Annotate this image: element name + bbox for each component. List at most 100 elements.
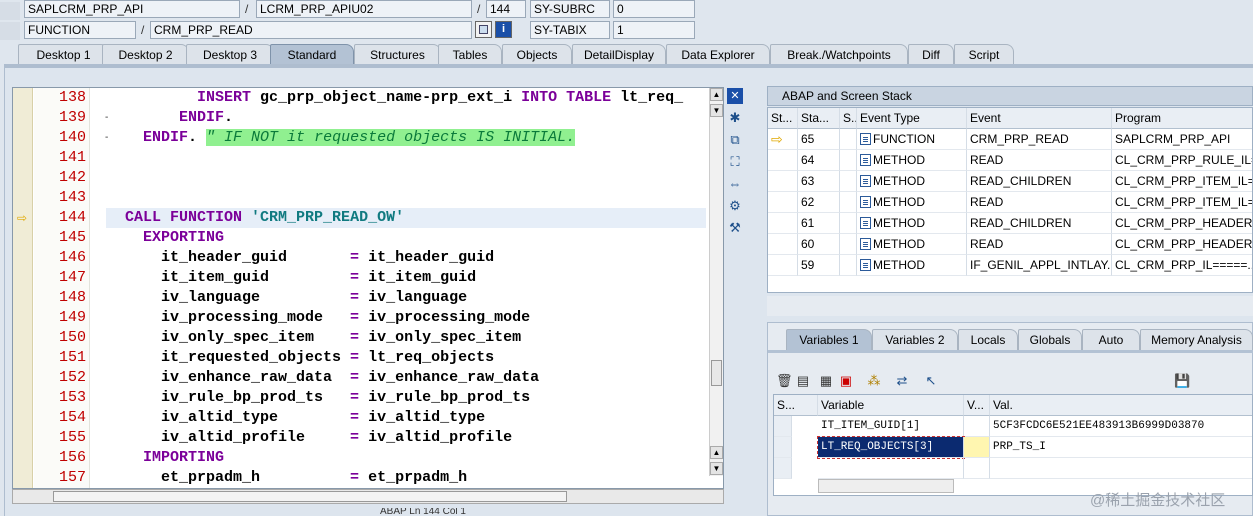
code-line[interactable]: 144 CALL FUNCTION 'CRM_PRP_READ_OW' [13, 208, 723, 228]
variables-table[interactable]: S... Variable V... Val. IT_ITEM_GUID[1] … [773, 394, 1253, 496]
scroll-down-fast-icon[interactable]: ▼ [710, 462, 723, 475]
delete-row-icon[interactable]: ▣ [838, 373, 854, 389]
tab-data-explorer[interactable]: Data Explorer [666, 44, 770, 65]
stack-marker-cell[interactable] [768, 234, 798, 255]
row-selector[interactable] [774, 437, 792, 458]
stack-marker-cell[interactable] [768, 192, 798, 213]
code-line[interactable]: 146 it_header_guid = it_header_guid [13, 248, 723, 268]
code-line[interactable]: 143 [13, 188, 723, 208]
source-editor[interactable]: 138 INSERT gc_prp_object_name-prp_ext_i … [12, 87, 724, 489]
delete-icon[interactable]: 🗑 [776, 373, 793, 389]
stack-state-cell[interactable] [840, 255, 857, 276]
value-cell[interactable]: PRP_TS_I [990, 437, 1252, 458]
col-header[interactable]: Program [1112, 108, 1252, 129]
tab-break-watchpoints[interactable]: Break./Watchpoints [770, 44, 908, 65]
sy-tabix-value[interactable]: 1 [613, 21, 695, 39]
event-cell[interactable]: READ_CHILDREN [967, 213, 1112, 234]
code-line[interactable]: 149 iv_processing_mode = iv_processing_m… [13, 308, 723, 328]
event-cell[interactable]: READ_CHILDREN [967, 171, 1112, 192]
info-icon[interactable]: i [495, 21, 512, 38]
new-tool-icon[interactable]: ✱ [727, 110, 743, 126]
close-icon[interactable]: ✕ [727, 88, 743, 104]
code-line[interactable]: 156 IMPORTING [13, 448, 723, 468]
stack-level-cell[interactable]: 59 [798, 255, 840, 276]
variable-cell[interactable] [818, 458, 964, 479]
code-line[interactable]: 154 iv_altid_type = iv_altid_type [13, 408, 723, 428]
col-header[interactable]: V... [964, 395, 990, 416]
insert-row-icon[interactable]: ▦ [818, 373, 834, 389]
value-cell[interactable]: 5CF3FCDC6E521EE483913B6999D03870 [990, 416, 1252, 437]
line-field[interactable]: 144 [486, 0, 526, 18]
code-line[interactable]: 142 [13, 168, 723, 188]
col-header[interactable]: Event Type [857, 108, 967, 129]
tab-locals[interactable]: Locals [958, 329, 1018, 350]
col-header[interactable]: Event [967, 108, 1112, 129]
maximize-icon[interactable]: ⛶ [727, 154, 743, 170]
swap-tool-icon[interactable]: ⧉ [727, 132, 743, 148]
tab-tables[interactable]: Tables [438, 44, 502, 65]
value-cell[interactable] [990, 458, 1252, 479]
tab-memory-analysis[interactable]: Memory Analysis [1140, 329, 1253, 350]
row-selector[interactable] [774, 416, 792, 437]
tab-desktop-1[interactable]: Desktop 1 [18, 44, 109, 65]
grid-icon[interactable]: ⁂ [866, 373, 882, 389]
program-cell[interactable]: CL_CRM_PRP_HEADER_I... [1112, 234, 1252, 255]
col-header[interactable]: St... [768, 108, 798, 129]
program-field[interactable]: SAPLCRM_PRP_API [24, 0, 240, 18]
tab-objects[interactable]: Objects [502, 44, 572, 65]
scroll-up-icon[interactable]: ▲ [710, 88, 723, 101]
stack-state-cell[interactable] [840, 234, 857, 255]
resize-icon[interactable]: ⇔ [727, 176, 743, 192]
scroll-up-fast-icon[interactable]: ▼ [710, 104, 723, 117]
sy-subrc-value[interactable]: 0 [613, 0, 695, 18]
navigate-icon[interactable]: ↖ [923, 373, 939, 389]
code-line[interactable]: 140 ENDIF. " IF NOT it requested objects… [13, 128, 723, 148]
event-type-cell[interactable]: FUNCTION [857, 129, 967, 150]
stack-state-cell[interactable] [840, 171, 857, 192]
code-line[interactable]: 152 iv_enhance_raw_data = iv_enhance_raw… [13, 368, 723, 388]
sy-tabix-label[interactable]: SY-TABIX [530, 21, 610, 39]
program-cell[interactable]: CL_CRM_PRP_HEADER_I... [1112, 213, 1252, 234]
type-field[interactable]: FUNCTION [24, 21, 136, 39]
col-header[interactable]: S... [774, 395, 818, 416]
stack-marker-cell[interactable] [768, 150, 798, 171]
tab-desktop-2[interactable]: Desktop 2 [102, 44, 189, 65]
code-line[interactable]: 148 iv_language = iv_language [13, 288, 723, 308]
stack-state-cell[interactable] [840, 213, 857, 234]
col-header[interactable]: Val. [990, 395, 1252, 416]
stack-level-cell[interactable]: 61 [798, 213, 840, 234]
event-type-cell[interactable]: METHOD [857, 234, 967, 255]
stack-level-cell[interactable]: 64 [798, 150, 840, 171]
tab-variables-2[interactable]: Variables 2 [872, 329, 958, 350]
event-type-cell[interactable]: METHOD [857, 255, 967, 276]
tab-diff[interactable]: Diff [908, 44, 954, 65]
name-field[interactable]: CRM_PRP_READ [150, 21, 472, 39]
scroll-thumb[interactable] [711, 360, 722, 386]
program-cell[interactable]: CL_CRM_PRP_RULE_IL=... [1112, 150, 1252, 171]
tab-script[interactable]: Script [954, 44, 1014, 65]
variable-cell[interactable]: LT_REQ_OBJECTS[3] [817, 436, 965, 459]
code-line[interactable]: 155 iv_altid_profile = iv_altid_profile [13, 428, 723, 448]
event-type-cell[interactable]: METHOD [857, 213, 967, 234]
view-cell[interactable] [964, 437, 990, 458]
code-line[interactable]: 150 iv_only_spec_item = iv_only_spec_ite… [13, 328, 723, 348]
stack-level-cell[interactable]: 65 [798, 129, 840, 150]
tab-variables-1[interactable]: Variables 1 [786, 329, 872, 350]
stack-level-cell[interactable]: 63 [798, 171, 840, 192]
code-line[interactable]: 139 ENDIF. [13, 108, 723, 128]
code-line[interactable]: 145 EXPORTING [13, 228, 723, 248]
code-line[interactable]: 157 et_prpadm_h = et_prpadm_h [13, 468, 723, 488]
program-cell[interactable]: CL_CRM_PRP_IL=====... [1112, 255, 1252, 276]
stack-level-cell[interactable]: 60 [798, 234, 840, 255]
col-header[interactable]: Sta... [798, 108, 840, 129]
stack-state-cell[interactable] [840, 150, 857, 171]
code-line[interactable]: 153 iv_rule_bp_prod_ts = iv_rule_bp_prod… [13, 388, 723, 408]
tab-auto[interactable]: Auto [1082, 329, 1140, 350]
view-cell[interactable] [964, 458, 990, 479]
scroll-down-icon[interactable]: ▲ [710, 446, 723, 459]
event-cell[interactable]: IF_GENIL_APPL_INTLAY... [967, 255, 1112, 276]
row-selector[interactable] [774, 458, 792, 479]
detail-icon[interactable]: ▤ [795, 373, 811, 389]
editor-horizontal-scrollbar[interactable] [12, 489, 724, 504]
editor-vertical-scrollbar[interactable]: ▲ ▼ ▲ ▼ [709, 88, 723, 476]
